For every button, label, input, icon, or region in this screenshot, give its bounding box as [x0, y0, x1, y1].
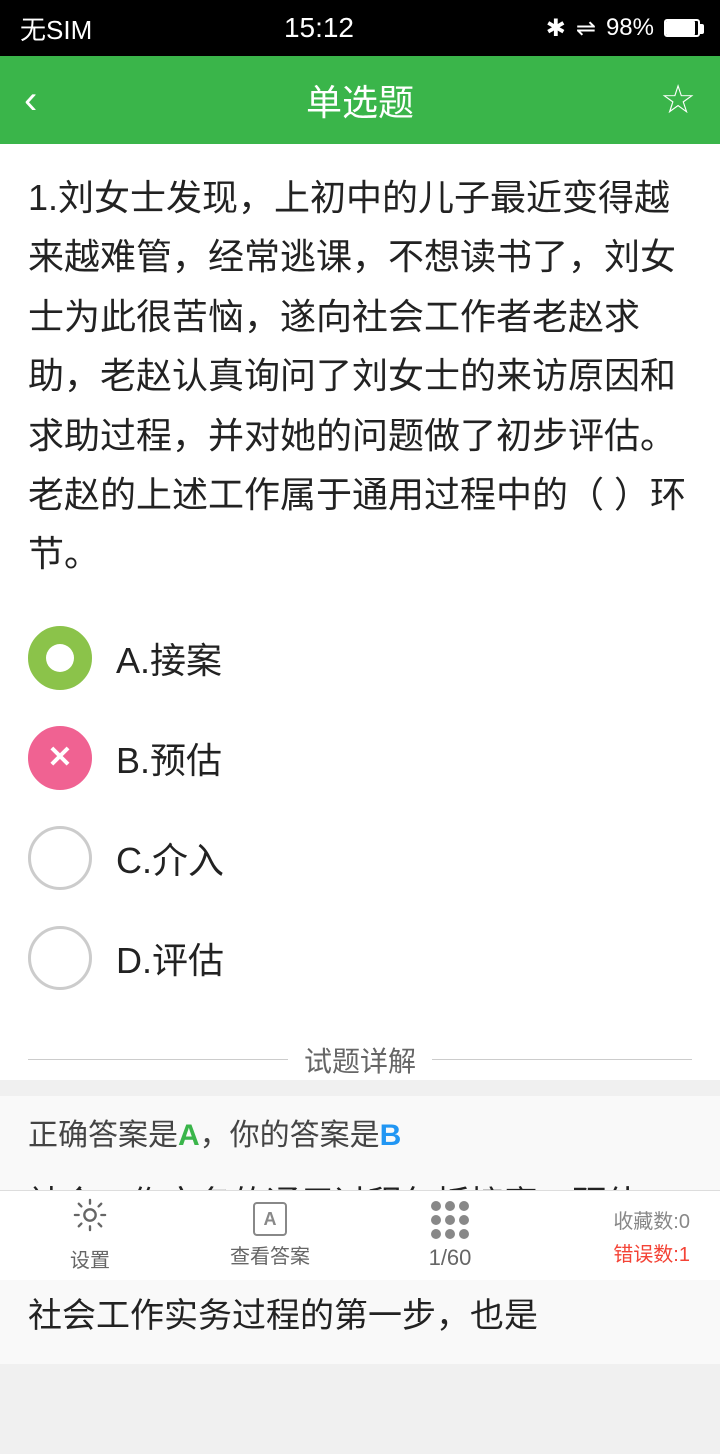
answer-summary: 正确答案是A，你的答案是B [28, 1112, 692, 1160]
divider-line-right [432, 1059, 692, 1060]
battery-icon [664, 19, 700, 37]
status-bar: 无SIM 15:12 ✱ ⇌ 98% [0, 0, 720, 56]
error-count: 错误数:1 [613, 1238, 690, 1267]
settings-nav-item[interactable]: 设置 [30, 1198, 150, 1273]
option-c[interactable]: C.介入 [28, 808, 692, 908]
correct-prefix: 正确答案是 [28, 1119, 178, 1152]
view-answer-label: 查看答案 [230, 1240, 310, 1269]
your-answer-prefix: ，你的答案是 [200, 1119, 380, 1152]
question-number: 1. [28, 177, 58, 218]
option-a-label: A.接案 [116, 632, 222, 684]
grid-icon [431, 1201, 469, 1239]
settings-label: 设置 [70, 1244, 110, 1273]
detail-divider: 试题详解 [28, 1040, 692, 1080]
option-b-label: B.预估 [116, 732, 222, 784]
bottom-navigation: 设置 A 查看答案 1/60 收藏数:0 错误数:1 [0, 1190, 720, 1280]
divider-label: 试题详解 [288, 1040, 432, 1080]
bluetooth-icon: ✱ [546, 14, 566, 43]
view-answer-nav-item[interactable]: A 查看答案 [210, 1202, 330, 1269]
stats-nav-item: 收藏数:0 错误数:1 [570, 1205, 690, 1267]
option-a[interactable]: A.接案 [28, 608, 692, 708]
carrier-label: 无SIM [20, 10, 92, 47]
correct-answer-letter: A [178, 1119, 200, 1152]
favorite-button[interactable]: ☆ [636, 77, 696, 123]
progress-nav-item[interactable]: 1/60 [390, 1201, 510, 1271]
page-title: 单选题 [306, 74, 414, 126]
wifi-icon: ⇌ [576, 14, 596, 43]
option-c-label: C.介入 [116, 832, 224, 884]
option-b-icon [28, 726, 92, 790]
option-d-icon [28, 926, 92, 990]
status-icons: ✱ ⇌ 98% [546, 14, 700, 43]
question-text: 1.刘女士发现，上初中的儿子最近变得越来越难管，经常逃课，不想读书了，刘女士为此… [28, 168, 692, 584]
progress-label: 1/60 [429, 1245, 472, 1271]
question-body: 刘女士发现，上初中的儿子最近变得越来越难管，经常逃课，不想读书了，刘女士为此很苦… [28, 177, 686, 574]
collect-count: 收藏数:0 [613, 1205, 690, 1234]
header: ‹ 单选题 ☆ [0, 56, 720, 144]
back-button[interactable]: ‹ [24, 78, 84, 123]
option-c-icon [28, 826, 92, 890]
view-answer-icon: A [253, 1202, 287, 1236]
question-section: 1.刘女士发现，上初中的儿子最近变得越来越难管，经常逃课，不想读书了，刘女士为此… [0, 144, 720, 1080]
time-label: 15:12 [284, 12, 354, 44]
battery-label: 98% [606, 14, 654, 42]
your-answer-letter: B [380, 1119, 402, 1152]
options-list: A.接案 B.预估 C.介入 D.评估 [28, 608, 692, 1024]
option-a-icon [28, 626, 92, 690]
divider-line-left [28, 1059, 288, 1060]
settings-icon [73, 1198, 107, 1240]
option-d-label: D.评估 [116, 932, 224, 984]
option-b[interactable]: B.预估 [28, 708, 692, 808]
option-d[interactable]: D.评估 [28, 908, 692, 1008]
